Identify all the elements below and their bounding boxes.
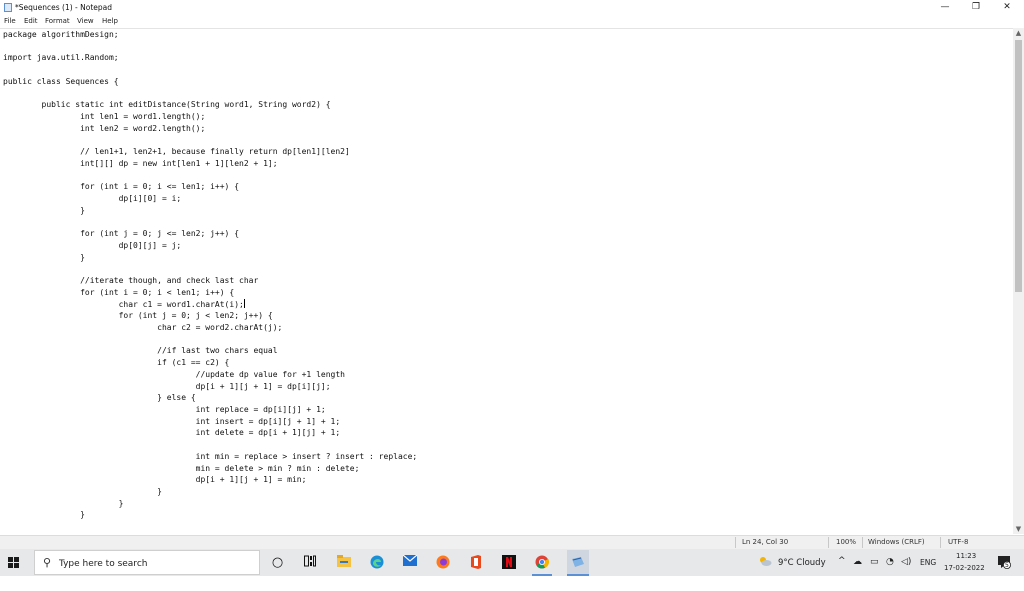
code-line[interactable]: } else {: [3, 393, 196, 402]
code-line[interactable]: //update dp value for +1 length: [3, 370, 345, 379]
code-line[interactable]: int min = replace > insert ? insert : re…: [3, 452, 418, 461]
taskbar-search[interactable]: ⚲ Type here to search: [34, 550, 260, 575]
code-line[interactable]: dp[0][j] = j;: [3, 241, 182, 250]
vertical-scrollbar[interactable]: ▲ ▼: [1013, 28, 1024, 534]
edge-icon[interactable]: [369, 555, 384, 570]
code-line[interactable]: //if last two chars equal: [3, 346, 277, 355]
code-line[interactable]: char c1 = word1.charAt(i);: [3, 300, 244, 309]
menu-edit[interactable]: Edit: [24, 17, 38, 25]
language-indicator[interactable]: ENG: [920, 558, 936, 585]
code-line[interactable]: if (c1 == c2) {: [3, 358, 229, 367]
scrollbar-thumb[interactable]: [1015, 40, 1022, 292]
code-line[interactable]: dp[i + 1][j + 1] = dp[i][j];: [3, 382, 331, 391]
code-line[interactable]: int delete = dp[i + 1][j] + 1;: [3, 428, 341, 437]
code-line[interactable]: package algorithmDesign;: [3, 30, 119, 39]
battery-icon[interactable]: ▭: [870, 557, 879, 584]
text-editor[interactable]: package algorithmDesign; import java.uti…: [0, 28, 1013, 535]
text-caret: [243, 298, 245, 308]
menu-bar: File Edit Format View Help: [0, 16, 1024, 27]
maximize-button[interactable]: ❐: [961, 0, 991, 15]
mail-icon[interactable]: [402, 554, 417, 570]
code-line[interactable]: for (int j = 0; j < len2; j++) {: [3, 311, 273, 320]
line-ending: Windows (CRLF): [868, 538, 925, 546]
netflix-icon[interactable]: [501, 555, 516, 570]
scroll-up-icon[interactable]: ▲: [1013, 28, 1024, 38]
code-line[interactable]: }: [3, 253, 85, 262]
onedrive-icon[interactable]: ☁: [853, 557, 862, 584]
cortana-icon[interactable]: ○: [270, 555, 285, 570]
code-text[interactable]: package algorithmDesign; import java.uti…: [3, 29, 417, 521]
encoding: UTF-8: [948, 538, 969, 546]
zoom-level: 100%: [836, 538, 857, 546]
task-view-icon[interactable]: [302, 555, 317, 570]
code-line[interactable]: for (int i = 0; i < len1; i++) {: [3, 288, 234, 297]
notification-count: 5: [1005, 562, 1009, 569]
menu-file[interactable]: File: [4, 17, 16, 25]
code-line[interactable]: }: [3, 510, 85, 519]
clock-date[interactable]: 17-02-2022: [944, 564, 985, 591]
window-title: *Sequences (1) - Notepad: [15, 3, 113, 12]
cursor-position: Ln 24, Col 30: [742, 538, 789, 546]
chrome-icon[interactable]: [534, 555, 549, 570]
taskbar: ⚲ Type here to search ○ 9°C Cloudy ^ ☁ ▭…: [0, 549, 1024, 576]
code-line[interactable]: dp[i][0] = i;: [3, 194, 182, 203]
weather-icon[interactable]: [758, 556, 772, 583]
minimize-button[interactable]: —: [930, 0, 960, 15]
code-line[interactable]: import java.util.Random;: [3, 53, 119, 62]
title-bar: *Sequences (1) - Notepad — ❐ ✕: [0, 0, 1024, 15]
speaker-icon[interactable]: ◁): [901, 557, 911, 584]
code-line[interactable]: int len1 = word1.length();: [3, 112, 205, 121]
code-line[interactable]: }: [3, 487, 162, 496]
office-icon[interactable]: [468, 555, 483, 570]
code-line[interactable]: for (int i = 0; i <= len1; i++) {: [3, 182, 239, 191]
code-line[interactable]: min = delete > min ? min : delete;: [3, 464, 360, 473]
search-placeholder: Type here to search: [59, 559, 148, 569]
notepad-icon[interactable]: [567, 550, 589, 575]
notepad-app-icon: [4, 3, 12, 12]
code-line[interactable]: // len1+1, len2+1, because finally retur…: [3, 147, 350, 156]
code-line[interactable]: //iterate though, and check last char: [3, 276, 258, 285]
chevron-up-icon[interactable]: ^: [838, 556, 846, 583]
code-line[interactable]: }: [3, 499, 124, 508]
code-line[interactable]: public class Sequences {: [3, 77, 119, 86]
menu-help[interactable]: Help: [102, 17, 118, 25]
code-line[interactable]: int replace = dp[i][j] + 1;: [3, 405, 326, 414]
weather-text[interactable]: 9°C Cloudy: [778, 558, 826, 585]
notification-icon[interactable]: 5: [997, 555, 1011, 569]
code-line[interactable]: int[][] dp = new int[len1 + 1][len2 + 1]…: [3, 159, 277, 168]
close-button[interactable]: ✕: [992, 0, 1022, 15]
scroll-down-icon[interactable]: ▼: [1013, 524, 1024, 534]
firefox-icon[interactable]: [435, 555, 450, 570]
wifi-icon[interactable]: ◔: [886, 557, 894, 584]
code-line[interactable]: public static int editDistance(String wo…: [3, 100, 331, 109]
windows-start-icon[interactable]: [8, 557, 20, 569]
status-bar: Ln 24, Col 30 100% Windows (CRLF) UTF-8: [0, 535, 1024, 549]
code-line[interactable]: dp[i + 1][j + 1] = min;: [3, 475, 307, 484]
menu-format[interactable]: Format: [45, 17, 70, 25]
file-explorer-icon[interactable]: [336, 555, 351, 570]
code-line[interactable]: char c2 = word2.charAt(j);: [3, 323, 282, 332]
search-icon: ⚲: [43, 556, 52, 569]
code-line[interactable]: for (int j = 0; j <= len2; j++) {: [3, 229, 239, 238]
menu-view[interactable]: View: [77, 17, 94, 25]
code-line[interactable]: }: [3, 206, 85, 215]
code-line[interactable]: int insert = dp[i][j + 1] + 1;: [3, 417, 341, 426]
code-line[interactable]: int len2 = word2.length();: [3, 124, 205, 133]
